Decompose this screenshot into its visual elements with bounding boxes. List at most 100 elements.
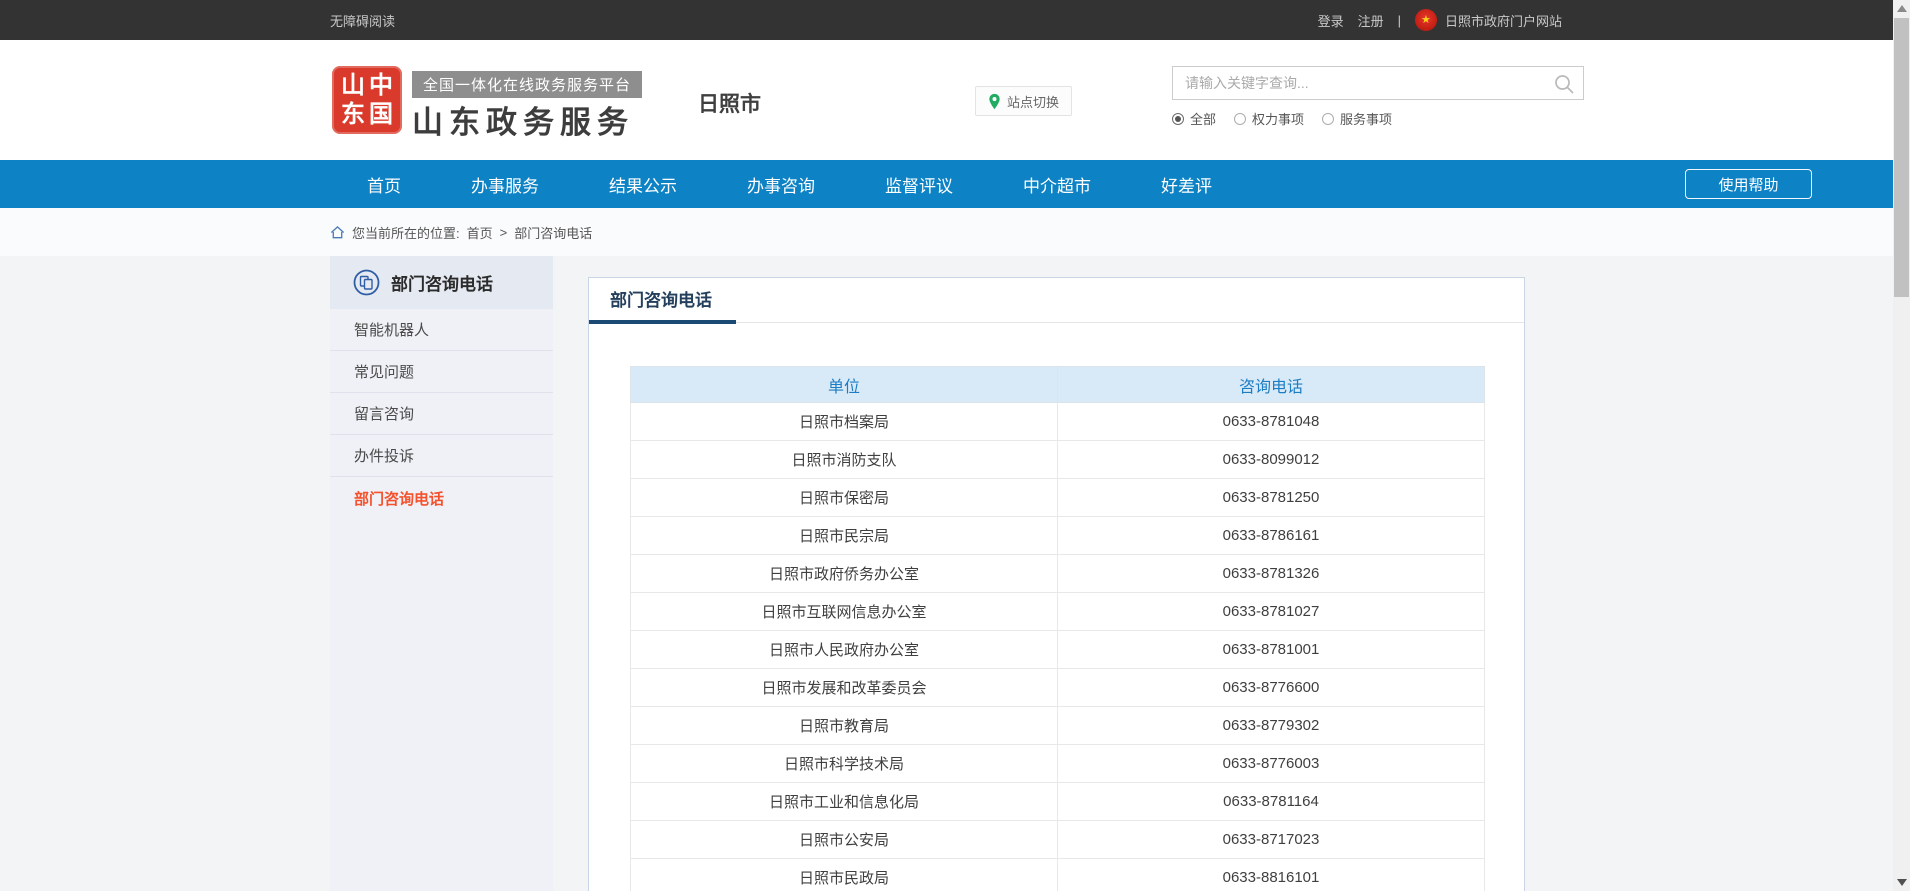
table-row: 日照市互联网信息办公室 0633-8781027 — [631, 593, 1485, 631]
seal-character: 东 — [341, 103, 365, 127]
sidebar-menu-item[interactable]: 留言咨询 — [330, 393, 553, 435]
city-name: 日照市 — [698, 88, 761, 118]
nav-item[interactable]: 好差评 — [1161, 172, 1212, 197]
sidebar-menu-item[interactable]: 办件投诉 — [330, 435, 553, 477]
table-row: 日照市教育局 0633-8779302 — [631, 707, 1485, 745]
table-row: 日照市消防支队 0633-8099012 — [631, 441, 1485, 479]
help-button[interactable]: 使用帮助 — [1685, 169, 1812, 199]
phone-cell: 0633-8781048 — [1058, 403, 1485, 441]
breadcrumb-current: 部门咨询电话 — [514, 223, 592, 242]
nav-item[interactable]: 办事服务 — [471, 172, 539, 197]
tab-bar: 部门咨询电话 — [589, 278, 1524, 323]
search-filter-label: 全部 — [1190, 109, 1216, 128]
document-icon — [353, 269, 380, 296]
platform-banner: 全国一体化在线政务服务平台 — [412, 71, 642, 98]
login-link[interactable]: 登录 — [1318, 11, 1344, 30]
search-filter-group: 全部 权力事项 服务事项 — [1172, 109, 1584, 128]
phone-cell: 0633-8779302 — [1058, 707, 1485, 745]
nav-item[interactable]: 办事咨询 — [747, 172, 815, 197]
portal-link-label: 日照市政府门户网站 — [1445, 11, 1562, 30]
phone-cell: 0633-8781001 — [1058, 631, 1485, 669]
phone-column-header[interactable]: 咨询电话 — [1058, 367, 1485, 403]
unit-cell: 日照市教育局 — [631, 707, 1058, 745]
sidebar-header: 部门咨询电话 — [330, 256, 553, 309]
tab-department-phones[interactable]: 部门咨询电话 — [610, 278, 712, 323]
search-filter-option[interactable]: 全部 — [1172, 109, 1216, 128]
sidebar: 部门咨询电话 智能机器人常见问题留言咨询办件投诉部门咨询电话 — [330, 256, 553, 891]
sidebar-menu-item[interactable]: 部门咨询电话 — [330, 477, 553, 519]
table-row: 日照市公安局 0633-8717023 — [631, 821, 1485, 859]
table-row: 日照市发展和改革委员会 0633-8776600 — [631, 669, 1485, 707]
sidebar-menu-item[interactable]: 智能机器人 — [330, 309, 553, 351]
national-emblem-icon: ★ — [1415, 9, 1437, 31]
radio-icon — [1172, 113, 1184, 125]
main-panel: 部门咨询电话 单位 咨询电话 日照市档案局 0633-8781048 — [588, 277, 1525, 891]
top-utility-bar: 无障碍阅读 登录 注册 | ★ 日照市政府门户网站 — [0, 0, 1910, 40]
phone-cell: 0633-8776003 — [1058, 745, 1485, 783]
unit-cell: 日照市政府侨务办公室 — [631, 555, 1058, 593]
nav-item[interactable]: 结果公示 — [609, 172, 677, 197]
table-row: 日照市科学技术局 0633-8776003 — [631, 745, 1485, 783]
table-row: 日照市工业和信息化局 0633-8781164 — [631, 783, 1485, 821]
unit-cell: 日照市消防支队 — [631, 441, 1058, 479]
phone-cell: 0633-8786161 — [1058, 517, 1485, 555]
seal-character: 国 — [369, 103, 393, 127]
unit-cell: 日照市科学技术局 — [631, 745, 1058, 783]
site-switch-button[interactable]: 站点切换 — [975, 86, 1072, 116]
table-row: 日照市政府侨务办公室 0633-8781326 — [631, 555, 1485, 593]
nav-item[interactable]: 首页 — [367, 172, 401, 197]
unit-cell: 日照市档案局 — [631, 403, 1058, 441]
scrollbar-thumb[interactable] — [1894, 18, 1909, 297]
radio-icon — [1322, 113, 1334, 125]
search-filter-option[interactable]: 权力事项 — [1234, 109, 1304, 128]
search-icon[interactable] — [1553, 73, 1575, 95]
topbar-divider: | — [1398, 13, 1401, 28]
nav-item[interactable]: 监督评议 — [885, 172, 953, 197]
search-box — [1172, 66, 1584, 100]
scroll-down-arrow-icon[interactable] — [1897, 879, 1907, 886]
breadcrumb: 您当前所在的位置: 首页 > 部门咨询电话 — [0, 208, 1910, 256]
sidebar-title: 部门咨询电话 — [391, 270, 493, 295]
seal-character: 中 — [369, 74, 393, 98]
table-row: 日照市保密局 0633-8781250 — [631, 479, 1485, 517]
search-filter-label: 服务事项 — [1340, 109, 1392, 128]
sidebar-menu-item[interactable]: 常见问题 — [330, 351, 553, 393]
site-switch-label: 站点切换 — [1007, 92, 1059, 111]
seal-character: 山 — [341, 74, 365, 98]
breadcrumb-home-link[interactable]: 首页 — [467, 223, 493, 242]
table-row: 日照市民宗局 0633-8786161 — [631, 517, 1485, 555]
tab-active-underline — [589, 320, 736, 324]
breadcrumb-separator: > — [500, 225, 508, 240]
location-pin-icon — [988, 93, 1001, 110]
scroll-up-arrow-icon[interactable] — [1897, 5, 1907, 12]
phone-cell: 0633-8099012 — [1058, 441, 1485, 479]
table-row: 日照市人民政府办公室 0633-8781001 — [631, 631, 1485, 669]
portal-link[interactable]: ★ 日照市政府门户网站 — [1415, 9, 1562, 31]
vertical-scrollbar[interactable] — [1893, 0, 1910, 891]
phone-cell: 0633-8781250 — [1058, 479, 1485, 517]
phone-cell: 0633-8816101 — [1058, 859, 1485, 891]
phone-cell: 0633-8776600 — [1058, 669, 1485, 707]
radio-icon — [1234, 113, 1246, 125]
page-content: 部门咨询电话 智能机器人常见问题留言咨询办件投诉部门咨询电话 部门咨询电话 单位… — [0, 256, 1910, 891]
site-title[interactable]: 山东政务服务 — [412, 97, 634, 142]
accessibility-link[interactable]: 无障碍阅读 — [330, 11, 395, 30]
nav-item[interactable]: 中介超市 — [1023, 172, 1091, 197]
register-link[interactable]: 注册 — [1358, 11, 1384, 30]
unit-cell: 日照市公安局 — [631, 821, 1058, 859]
search-input[interactable] — [1173, 67, 1583, 99]
unit-cell: 日照市民宗局 — [631, 517, 1058, 555]
unit-column-header[interactable]: 单位 — [631, 367, 1058, 403]
phone-cell: 0633-8781326 — [1058, 555, 1485, 593]
search-filter-label: 权力事项 — [1252, 109, 1304, 128]
unit-cell: 日照市互联网信息办公室 — [631, 593, 1058, 631]
unit-cell: 日照市民政局 — [631, 859, 1058, 891]
table-header-row: 单位 咨询电话 — [631, 367, 1485, 403]
phone-cell: 0633-8717023 — [1058, 821, 1485, 859]
site-header: 山中东国 全国一体化在线政务服务平台 山东政务服务 日照市 站点切换 — [0, 40, 1910, 160]
search-filter-option[interactable]: 服务事项 — [1322, 109, 1392, 128]
unit-cell: 日照市发展和改革委员会 — [631, 669, 1058, 707]
shandong-seal-logo[interactable]: 山中东国 — [332, 66, 402, 134]
unit-cell: 日照市工业和信息化局 — [631, 783, 1058, 821]
unit-cell: 日照市人民政府办公室 — [631, 631, 1058, 669]
